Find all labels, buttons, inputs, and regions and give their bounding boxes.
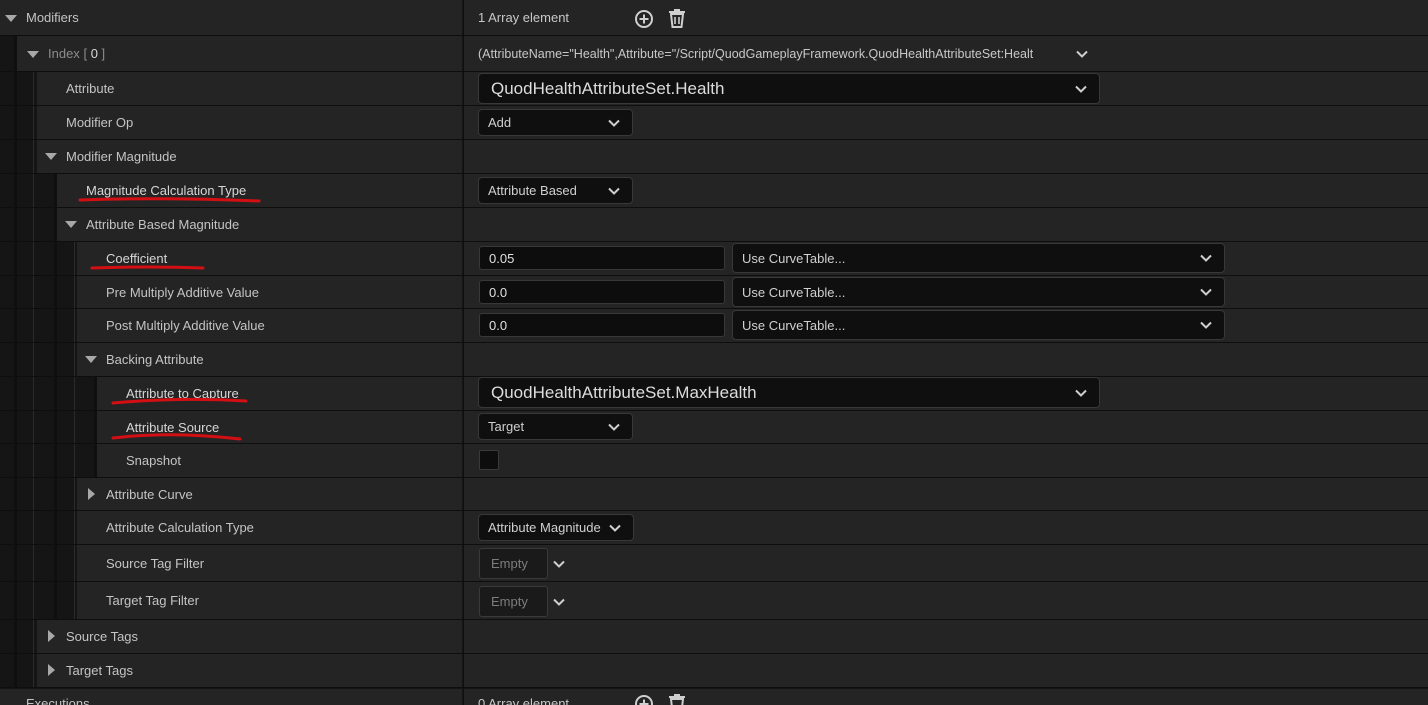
details-panel: Modifiers 1 Array element Index [ 0 ] (A… — [0, 0, 1428, 705]
row-attribute-source: Attribute Source Target — [0, 411, 1428, 444]
attribute-to-capture-combo[interactable]: QuodHealthAttributeSet.MaxHealth — [478, 377, 1100, 408]
row-modifiers: Modifiers 1 Array element — [0, 0, 1428, 36]
chevron-down-icon — [608, 119, 620, 127]
row-target-tag-filter: Target Tag Filter Empty — [0, 582, 1428, 620]
row-attribute: Attribute QuodHealthAttributeSet.Health — [0, 72, 1428, 106]
add-element-icon[interactable] — [633, 693, 655, 705]
post-multiply-curve-combo[interactable]: Use CurveTable... — [732, 310, 1225, 340]
row-label: Modifier Op — [66, 115, 134, 130]
row-executions: Executions 0 Array element — [0, 689, 1428, 705]
pre-multiply-input[interactable]: 0.0 — [479, 280, 725, 304]
row-modifier-op: Modifier Op Add — [0, 106, 1428, 140]
index-summary: (AttributeName="Health",Attribute="/Scri… — [478, 46, 1034, 61]
chevron-down-icon — [609, 524, 621, 532]
row-label: Pre Multiply Additive Value — [106, 284, 259, 300]
annotation-underline — [78, 197, 261, 203]
row-attribute-curve: Attribute Curve — [0, 478, 1428, 511]
row-snapshot: Snapshot — [0, 444, 1428, 478]
row-label: Modifiers — [26, 10, 79, 25]
annotation-underline — [90, 265, 205, 270]
collapse-arrow-icon[interactable] — [27, 51, 39, 58]
chevron-down-icon — [608, 423, 620, 431]
chevron-down-icon — [1075, 85, 1087, 93]
chevron-down-icon — [608, 187, 620, 195]
row-label: Backing Attribute — [106, 352, 204, 367]
chevron-down-icon[interactable] — [552, 557, 566, 571]
row-coefficient: Coefficient 0.05 Use CurveTable... — [0, 242, 1428, 276]
row-label: Snapshot — [126, 453, 181, 468]
coefficient-input[interactable]: 0.05 — [479, 246, 725, 270]
row-label: Source Tag Filter — [106, 555, 205, 571]
row-label: Post Multiply Additive Value — [106, 318, 265, 333]
modifier-op-combo[interactable]: Add — [478, 109, 633, 136]
array-count: 1 Array element — [478, 10, 570, 25]
trash-icon[interactable] — [666, 692, 688, 705]
chevron-down-icon — [1200, 288, 1212, 296]
snapshot-checkbox[interactable] — [479, 450, 499, 470]
row-magnitude-calc-type: Magnitude Calculation Type Attribute Bas… — [0, 174, 1428, 208]
chevron-down-icon[interactable] — [552, 595, 566, 609]
expand-arrow-icon[interactable] — [48, 664, 55, 676]
row-label: Target Tags — [66, 663, 133, 678]
attribute-calc-type-combo[interactable]: Attribute Magnitude — [478, 514, 634, 541]
collapse-arrow-icon[interactable] — [65, 221, 77, 228]
expand-arrow-icon[interactable] — [48, 630, 55, 642]
collapse-arrow-icon[interactable] — [85, 356, 97, 363]
row-label: Modifier Magnitude — [66, 149, 177, 164]
row-label: Executions — [26, 695, 90, 705]
row-pre-multiply: Pre Multiply Additive Value 0.0 Use Curv… — [0, 276, 1428, 309]
row-target-tags: Target Tags — [0, 654, 1428, 688]
attribute-source-combo[interactable]: Target — [478, 413, 633, 440]
target-tag-filter-box[interactable]: Empty — [479, 586, 548, 617]
annotation-underline — [111, 397, 248, 405]
row-label: Target Tag Filter — [106, 593, 199, 608]
chevron-down-icon — [1200, 321, 1212, 329]
index-label: Index [ 0 ] — [48, 46, 106, 61]
row-label: Source Tags — [66, 629, 139, 644]
coefficient-curve-combo[interactable]: Use CurveTable... — [732, 243, 1225, 273]
row-index: Index [ 0 ] (AttributeName="Health",Attr… — [0, 36, 1428, 72]
attribute-combo[interactable]: QuodHealthAttributeSet.Health — [478, 73, 1100, 104]
chevron-down-icon — [1075, 389, 1087, 397]
annotation-underline — [111, 433, 242, 441]
add-element-icon[interactable] — [633, 8, 655, 30]
row-source-tags: Source Tags — [0, 620, 1428, 654]
row-label: Attribute Based Magnitude — [86, 217, 240, 232]
collapse-arrow-icon[interactable] — [45, 153, 57, 160]
row-label: Attribute — [66, 81, 115, 96]
chevron-down-icon[interactable] — [1075, 47, 1089, 61]
row-attribute-based-magnitude: Attribute Based Magnitude — [0, 208, 1428, 242]
row-post-multiply: Post Multiply Additive Value 0.0 Use Cur… — [0, 309, 1428, 343]
pre-multiply-curve-combo[interactable]: Use CurveTable... — [732, 277, 1225, 307]
row-attribute-to-capture: Attribute to Capture QuodHealthAttribute… — [0, 377, 1428, 411]
row-label: Attribute Calculation Type — [106, 520, 254, 535]
row-source-tag-filter: Source Tag Filter Empty — [0, 545, 1428, 582]
source-tag-filter-box[interactable]: Empty — [479, 548, 548, 579]
trash-icon[interactable] — [666, 7, 688, 29]
chevron-down-icon — [1200, 254, 1212, 262]
magnitude-calc-type-combo[interactable]: Attribute Based — [478, 177, 633, 204]
row-modifier-magnitude: Modifier Magnitude — [0, 140, 1428, 174]
expand-arrow-icon[interactable] — [88, 488, 95, 500]
post-multiply-input[interactable]: 0.0 — [479, 313, 725, 337]
row-label: Attribute Curve — [106, 486, 193, 502]
row-attribute-calc-type: Attribute Calculation Type Attribute Mag… — [0, 511, 1428, 545]
row-backing-attribute: Backing Attribute — [0, 343, 1428, 377]
collapse-arrow-icon[interactable] — [5, 15, 17, 22]
array-count: 0 Array element — [478, 695, 570, 705]
